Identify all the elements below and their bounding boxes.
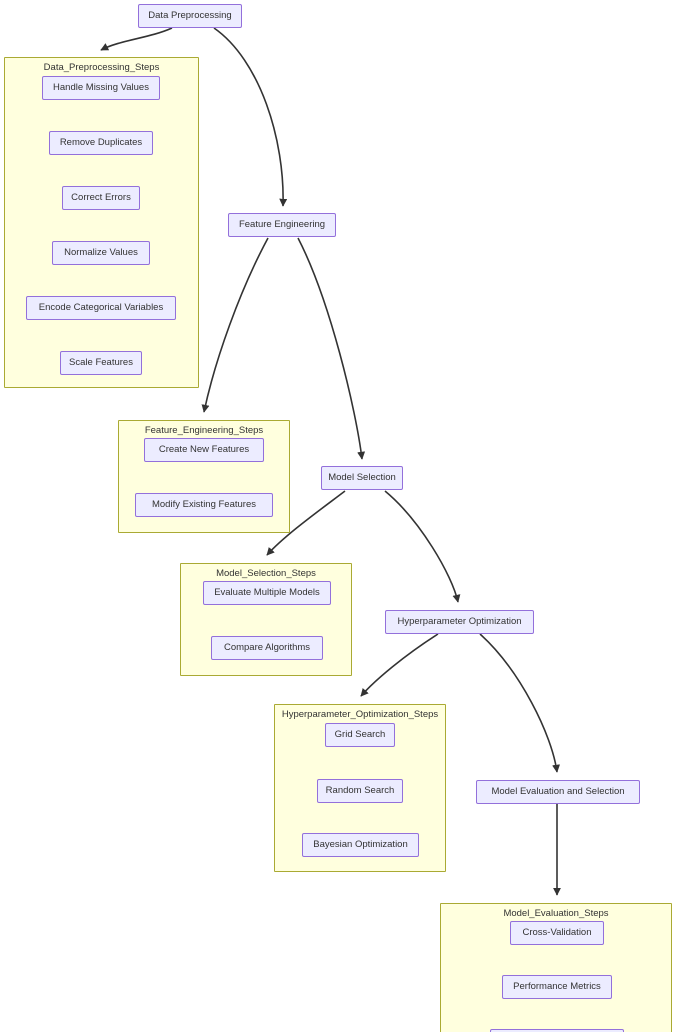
flowchart-canvas: Data_Preprocessing_Steps Feature_Enginee… bbox=[0, 0, 680, 1032]
node-label-compare-algorithms: Compare Algorithms bbox=[223, 642, 311, 654]
node-label-model-evaluation-and-selection: Model Evaluation and Selection bbox=[491, 786, 625, 798]
node-label-normalize-values: Normalize Values bbox=[64, 247, 138, 259]
node-label-cross-validation: Cross-Validation bbox=[522, 927, 592, 939]
node-label-performance-metrics: Performance Metrics bbox=[513, 981, 601, 993]
edge-hpo-to-model-eval bbox=[479, 633, 560, 773]
node-cross-validation[interactable]: Cross-Validation bbox=[510, 921, 604, 945]
cluster-data-preprocessing-steps: Data_Preprocessing_Steps bbox=[4, 57, 199, 388]
node-label-create-new-features: Create New Features bbox=[158, 444, 250, 456]
node-label-encode-categorical-variables: Encode Categorical Variables bbox=[38, 302, 164, 314]
node-scale-features[interactable]: Scale Features bbox=[60, 351, 142, 375]
node-hyperparameter-optimization[interactable]: Hyperparameter Optimization bbox=[385, 610, 534, 634]
node-bayesian-optimization[interactable]: Bayesian Optimization bbox=[302, 833, 419, 857]
node-create-new-features[interactable]: Create New Features bbox=[144, 438, 264, 462]
edge-fe-to-model-selection bbox=[297, 237, 366, 460]
edge-ms-to-hyperparam bbox=[384, 490, 461, 603]
cluster-label-data-preprocessing-steps: Data_Preprocessing_Steps bbox=[43, 62, 160, 73]
node-encode-categorical-variables[interactable]: Encode Categorical Variables bbox=[26, 296, 176, 320]
node-label-correct-errors: Correct Errors bbox=[71, 192, 131, 204]
node-handle-missing-values[interactable]: Handle Missing Values bbox=[42, 76, 160, 100]
edge-preprocessing-to-feature-engineering bbox=[213, 27, 288, 207]
node-data-preprocessing[interactable]: Data Preprocessing bbox=[138, 4, 242, 28]
cluster-label-feature-engineering-steps: Feature_Engineering_Steps bbox=[144, 425, 264, 436]
node-normalize-values[interactable]: Normalize Values bbox=[52, 241, 150, 265]
edge-fe-to-fe-steps bbox=[201, 237, 269, 413]
node-label-evaluate-multiple-models: Evaluate Multiple Models bbox=[214, 587, 320, 599]
cluster-label-model-evaluation-steps: Model_Evaluation_Steps bbox=[503, 908, 609, 919]
node-random-search[interactable]: Random Search bbox=[317, 779, 403, 803]
node-performance-metrics[interactable]: Performance Metrics bbox=[502, 975, 612, 999]
node-grid-search[interactable]: Grid Search bbox=[325, 723, 395, 747]
cluster-label-hyperparameter-optimization-steps: Hyperparameter_Optimization_Steps bbox=[281, 709, 439, 720]
node-correct-errors[interactable]: Correct Errors bbox=[62, 186, 140, 210]
cluster-label-model-selection-steps: Model_Selection_Steps bbox=[216, 568, 316, 579]
node-modify-existing-features[interactable]: Modify Existing Features bbox=[135, 493, 273, 517]
node-model-selection[interactable]: Model Selection bbox=[321, 466, 403, 490]
node-compare-algorithms[interactable]: Compare Algorithms bbox=[211, 636, 323, 660]
node-label-remove-duplicates: Remove Duplicates bbox=[59, 137, 143, 149]
edge-hpo-to-hpo-steps bbox=[360, 633, 439, 697]
node-label-hyperparameter-optimization: Hyperparameter Optimization bbox=[397, 616, 522, 628]
node-label-grid-search: Grid Search bbox=[334, 729, 386, 741]
node-label-feature-engineering: Feature Engineering bbox=[238, 219, 326, 231]
node-label-scale-features: Scale Features bbox=[69, 357, 133, 369]
node-remove-duplicates[interactable]: Remove Duplicates bbox=[49, 131, 153, 155]
node-label-modify-existing-features: Modify Existing Features bbox=[151, 499, 256, 511]
node-model-evaluation-and-selection[interactable]: Model Evaluation and Selection bbox=[476, 780, 640, 804]
node-evaluate-multiple-models[interactable]: Evaluate Multiple Models bbox=[203, 581, 331, 605]
node-label-handle-missing-values: Handle Missing Values bbox=[53, 82, 149, 94]
node-label-random-search: Random Search bbox=[325, 785, 395, 797]
node-label-data-preprocessing: Data Preprocessing bbox=[148, 10, 232, 22]
node-label-model-selection: Model Selection bbox=[328, 472, 396, 484]
edge-preprocessing-to-steps bbox=[100, 27, 173, 51]
node-feature-engineering[interactable]: Feature Engineering bbox=[228, 213, 336, 237]
node-label-bayesian-optimization: Bayesian Optimization bbox=[313, 839, 408, 851]
